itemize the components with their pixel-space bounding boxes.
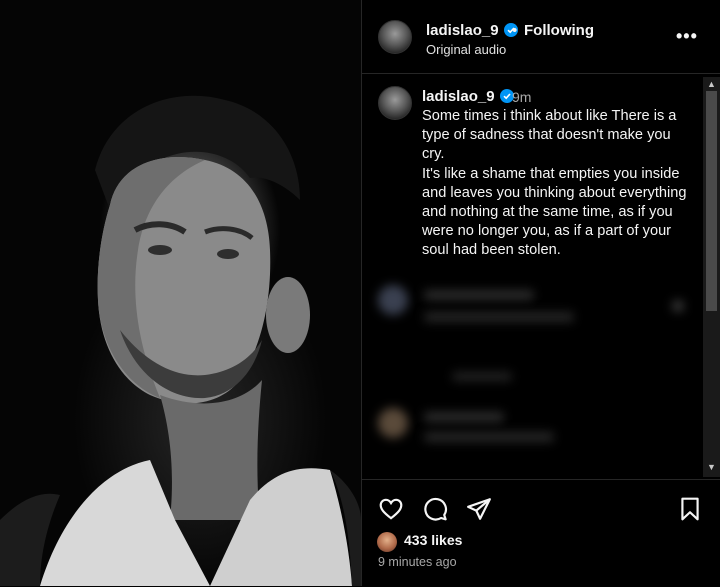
comment-avatar: [378, 285, 408, 315]
caption-username[interactable]: ladislao_9: [422, 88, 514, 105]
bookmark-icon[interactable]: [677, 496, 703, 522]
caption-author-avatar[interactable]: [378, 86, 412, 120]
share-icon[interactable]: [466, 496, 492, 522]
comment-text-blur: [424, 312, 574, 322]
comment-text-blur: [424, 432, 554, 442]
post-photo[interactable]: [0, 0, 361, 586]
author-username[interactable]: ladislao_9: [426, 22, 518, 39]
author-username-text[interactable]: ladislao_9: [426, 22, 499, 39]
comment-text-blur: [452, 372, 512, 381]
post-time-ago[interactable]: 9 minutes ago: [378, 555, 457, 569]
post-actions: 433 likes 9 minutes ago: [362, 479, 720, 587]
separator-dot: •: [512, 22, 518, 39]
original-audio-link[interactable]: Original audio: [426, 42, 506, 57]
likes-count[interactable]: 433 likes: [404, 532, 462, 548]
comment-text-blur: [424, 290, 534, 300]
scrollbar-thumb[interactable]: [706, 91, 717, 311]
post-header: ladislao_9 • Following Original audio ••…: [362, 0, 720, 74]
comment-text-blur: [424, 412, 504, 422]
comments-scrollbar[interactable]: ▲ ▼: [703, 77, 720, 477]
comment-icon[interactable]: [422, 496, 448, 522]
scroll-up-icon[interactable]: ▲: [707, 79, 716, 89]
liker-avatar[interactable]: [377, 532, 397, 552]
more-options-icon[interactable]: •••: [676, 26, 698, 47]
caption-username-text[interactable]: ladislao_9: [422, 88, 495, 105]
following-button[interactable]: Following: [524, 22, 594, 39]
author-avatar[interactable]: [378, 20, 412, 54]
comment-like-blur: [672, 300, 684, 312]
scroll-down-icon[interactable]: ▼: [707, 462, 716, 472]
post-side-panel: ladislao_9 • Following Original audio ••…: [362, 0, 720, 586]
heart-icon[interactable]: [378, 496, 404, 522]
caption-timestamp: 9m: [512, 89, 532, 105]
comment-avatar: [378, 408, 408, 438]
caption-text: Some times i think about like There is a…: [422, 108, 687, 259]
portrait-illustration: [0, 95, 361, 586]
